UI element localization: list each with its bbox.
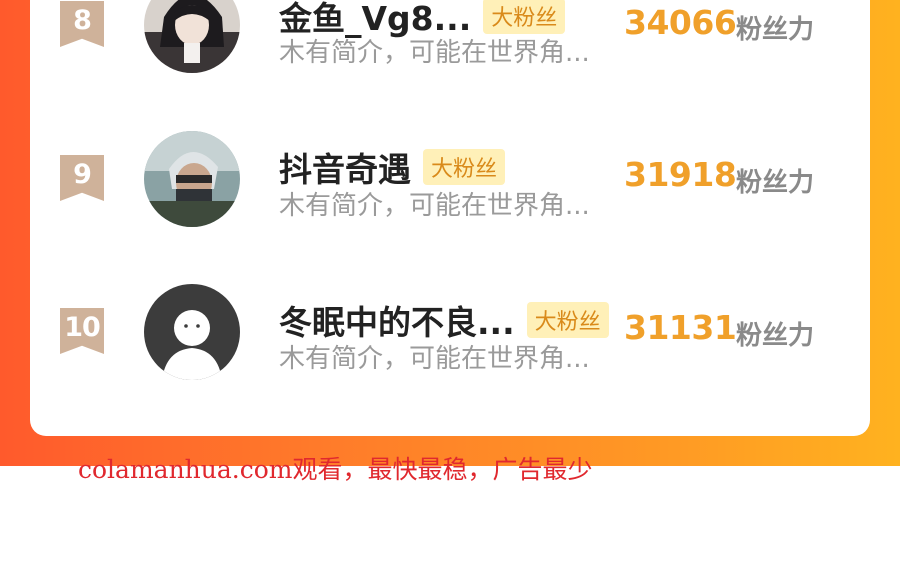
rank-number: 10 [64, 312, 101, 343]
name-line: 冬眠中的不良... 大粉丝 [279, 296, 609, 344]
user-intro: 木有简介，可能在世界角... [279, 344, 590, 374]
list-item[interactable]: 10 冬眠中的不良... 大粉丝 木有简介，可能在世界角... 31131 粉丝… [30, 276, 870, 396]
anime-character-avatar-icon [144, 0, 240, 73]
user-intro: 木有简介，可能在世界角... [279, 38, 590, 68]
name-line: 抖音奇遇 大粉丝 [279, 143, 506, 191]
ranking-card: 8 金鱼_Vg8... 大粉丝 木有简介，可能在世界角... 34066 粉丝力… [30, 0, 870, 436]
list-item[interactable]: 9 抖音奇遇 大粉丝 木有简介，可能在世界角... 31918 粉丝力 [30, 123, 870, 243]
default-user-avatar-icon [144, 284, 240, 380]
masked-ninja-avatar-icon [144, 131, 240, 227]
fan-power-label: 粉丝力 [736, 15, 815, 45]
user-intro: 木有简介，可能在世界角... [279, 191, 590, 221]
list-item[interactable]: 8 金鱼_Vg8... 大粉丝 木有简介，可能在世界角... 34066 粉丝力 [30, 0, 870, 90]
fan-power-score: 31131 [624, 308, 737, 347]
fan-power-label: 粉丝力 [736, 168, 815, 198]
fan-power-label: 粉丝力 [736, 321, 815, 351]
rank-badge: 9 [60, 155, 104, 201]
fan-level-badge: 大粉丝 [423, 149, 506, 185]
user-name[interactable]: 抖音奇遇 [279, 143, 411, 191]
rank-badge: 8 [60, 1, 104, 47]
rank-badge: 10 [60, 308, 104, 354]
rank-number: 9 [73, 159, 92, 190]
rank-number: 8 [73, 5, 92, 36]
fan-level-badge: 大粉丝 [483, 0, 566, 34]
fan-power-score: 34066 [624, 3, 737, 42]
avatar[interactable] [144, 131, 240, 227]
watermark-text: colamanhua.com观看，最快最稳，广告最少 [78, 455, 593, 484]
avatar[interactable] [144, 284, 240, 380]
fan-power-score: 31918 [624, 155, 737, 194]
fan-level-badge: 大粉丝 [526, 302, 609, 338]
user-name[interactable]: 冬眠中的不良... [279, 296, 515, 344]
avatar[interactable] [144, 0, 240, 73]
